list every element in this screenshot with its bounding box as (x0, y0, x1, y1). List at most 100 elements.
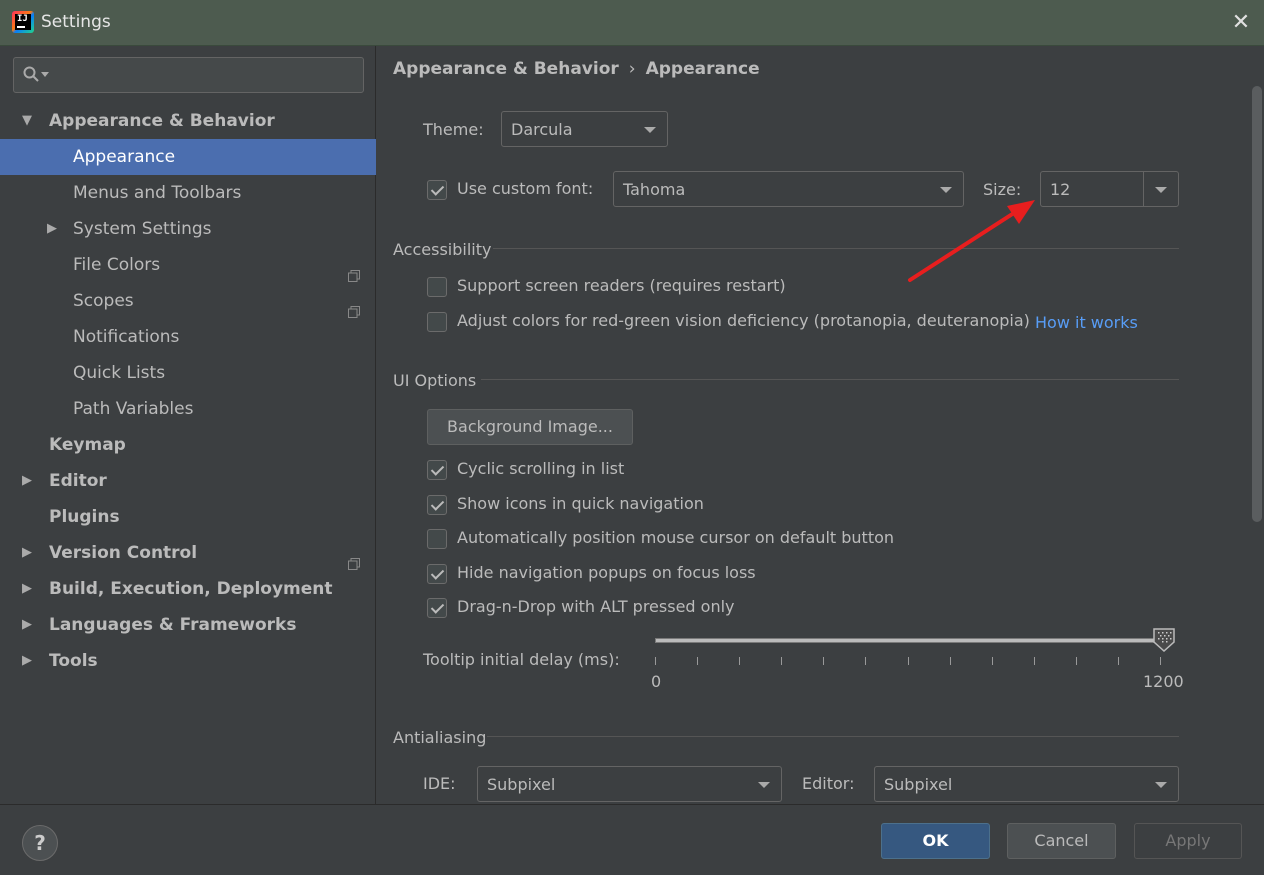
chevron-down-icon (644, 127, 656, 133)
sidebar-item-menus-and-toolbars[interactable]: Menus and Toolbars (0, 175, 376, 211)
accessibility-section-title: Accessibility (393, 240, 492, 259)
sidebar-item-label: Tools (49, 651, 98, 671)
drag-n-drop-checkbox[interactable]: Drag-n-Drop with ALT pressed only (427, 596, 767, 620)
sidebar-item-languages-frameworks[interactable]: ▶ Languages & Frameworks (0, 607, 376, 643)
breadcrumb-parent[interactable]: Appearance & Behavior (393, 59, 619, 79)
slider-max-label: 1200 (1143, 672, 1184, 691)
sidebar-item-system-settings[interactable]: ▶ System Settings (0, 211, 376, 247)
sidebar-item-quick-lists[interactable]: Quick Lists (0, 355, 376, 391)
color-adjust-box[interactable] (427, 312, 447, 332)
sidebar-item-label: File Colors (73, 255, 161, 275)
slider-tick (1033, 657, 1035, 665)
chevron-down-icon[interactable] (1155, 187, 1167, 193)
project-level-settings-icon (348, 547, 360, 570)
auto-position-cursor-checkbox[interactable]: Automatically position mouse cursor on d… (427, 527, 907, 551)
how-it-works-link[interactable]: How it works (1035, 313, 1138, 332)
slider-tick (991, 657, 993, 665)
sidebar-item-label: Appearance (73, 147, 176, 167)
window-title: Settings (41, 12, 111, 32)
color-adjust-checkbox[interactable]: Adjust colors for red-green vision defic… (427, 310, 1030, 334)
expand-arrow-right-icon[interactable]: ▶ (22, 643, 32, 679)
vertical-scrollbar[interactable] (1252, 86, 1262, 522)
intellij-app-icon: IJ (12, 11, 34, 33)
sidebar-item-editor[interactable]: ▶ Editor (0, 463, 376, 499)
sidebar-item-label: Build, Execution, Deployment (49, 579, 333, 599)
ide-antialiasing-dropdown[interactable]: Subpixel (477, 766, 782, 802)
sidebar-item-plugins[interactable]: Plugins (0, 499, 376, 535)
hide-popups-box[interactable] (427, 564, 447, 584)
help-button[interactable]: ? (22, 825, 58, 861)
drag-n-drop-box[interactable] (427, 598, 447, 618)
sidebar-item-label: Version Control (49, 543, 198, 563)
cyclic-scrolling-checkbox[interactable]: Cyclic scrolling in list (427, 458, 727, 482)
sidebar-item-appearance[interactable]: Appearance (0, 139, 376, 175)
expand-arrow-down-icon[interactable]: ▼ (22, 103, 32, 139)
chevron-down-icon (758, 782, 770, 788)
tooltip-delay-slider-track[interactable] (655, 638, 1160, 643)
chevron-down-icon (1155, 782, 1167, 788)
sidebar-item-version-control[interactable]: ▶ Version Control (0, 535, 376, 571)
apply-button[interactable]: Apply (1134, 823, 1242, 859)
expand-arrow-right-icon[interactable]: ▶ (22, 607, 32, 643)
use-custom-font-box[interactable] (427, 180, 447, 200)
ide-antialiasing-value: Subpixel (487, 775, 556, 794)
slider-min-label: 0 (651, 672, 662, 691)
slider-tick (1117, 657, 1119, 665)
slider-tick (1160, 657, 1161, 665)
font-dropdown[interactable]: Tahoma (613, 171, 964, 207)
combo-divider (1143, 172, 1144, 206)
sidebar-item-label: Appearance & Behavior (49, 111, 275, 131)
theme-value: Darcula (511, 120, 573, 139)
search-input[interactable] (52, 62, 352, 88)
sidebar-item-appearance-behavior[interactable]: ▼ Appearance & Behavior (0, 103, 376, 139)
project-level-settings-icon (348, 259, 360, 282)
theme-dropdown[interactable]: Darcula (501, 111, 668, 147)
sidebar-item-keymap[interactable]: Keymap (0, 427, 376, 463)
search-field[interactable] (13, 57, 364, 93)
expand-arrow-right-icon[interactable]: ▶ (22, 463, 32, 499)
close-button[interactable]: ✕ (1218, 0, 1264, 46)
editor-antialiasing-label: Editor: (802, 774, 855, 793)
screen-readers-box[interactable] (427, 277, 447, 297)
project-level-settings-icon (348, 295, 360, 318)
slider-tick (781, 657, 783, 665)
sidebar-item-file-colors[interactable]: File Colors (0, 247, 376, 283)
sidebar-item-label: Path Variables (73, 399, 194, 419)
editor-antialiasing-dropdown[interactable]: Subpixel (874, 766, 1179, 802)
chevron-down-icon (940, 187, 952, 193)
slider-tick (739, 657, 741, 665)
title-bar: IJ Settings ✕ (0, 0, 1264, 46)
auto-position-cursor-box[interactable] (427, 529, 447, 549)
cyclic-scrolling-box[interactable] (427, 460, 447, 480)
font-size-combobox[interactable]: 12 (1040, 171, 1179, 207)
use-custom-font-checkbox[interactable]: Use custom font: (427, 178, 607, 202)
breadcrumb: Appearance & Behavior › Appearance (393, 59, 760, 79)
sidebar-item-scopes[interactable]: Scopes (0, 283, 376, 319)
expand-arrow-right-icon[interactable]: ▶ (47, 211, 57, 247)
expand-arrow-right-icon[interactable]: ▶ (22, 571, 32, 607)
show-icons-checkbox[interactable]: Show icons in quick navigation (427, 493, 747, 517)
sidebar-item-notifications[interactable]: Notifications (0, 319, 376, 355)
expand-arrow-right-icon[interactable]: ▶ (22, 535, 32, 571)
section-divider (493, 248, 1179, 249)
sidebar-item-path-variables[interactable]: Path Variables (0, 391, 376, 427)
sidebar-item-label: Menus and Toolbars (73, 183, 242, 203)
search-icon (23, 66, 39, 82)
sidebar-item-tools[interactable]: ▶ Tools (0, 643, 376, 679)
settings-tree: ▼ Appearance & Behavior Appearance Menus an… (0, 103, 376, 679)
section-divider (487, 736, 1179, 737)
hide-popups-checkbox[interactable]: Hide navigation popups on focus loss (427, 562, 787, 586)
font-value: Tahoma (623, 180, 686, 199)
ok-button[interactable]: OK (881, 823, 990, 859)
sidebar-item-label: System Settings (73, 219, 212, 239)
tooltip-delay-label: Tooltip initial delay (ms): (423, 650, 620, 669)
screen-readers-checkbox[interactable]: Support screen readers (requires restart… (427, 275, 787, 299)
search-options-chevron-icon[interactable] (41, 72, 49, 78)
breadcrumb-current: Appearance (645, 59, 760, 79)
slider-thumb-icon[interactable] (1153, 628, 1175, 652)
sidebar-item-build-execution-deployment[interactable]: ▶ Build, Execution, Deployment (0, 571, 376, 607)
background-image-button[interactable]: Background Image... (427, 409, 633, 445)
color-adjust-label: Adjust colors for red-green vision defic… (457, 311, 1030, 330)
show-icons-box[interactable] (427, 495, 447, 515)
cancel-button[interactable]: Cancel (1007, 823, 1116, 859)
